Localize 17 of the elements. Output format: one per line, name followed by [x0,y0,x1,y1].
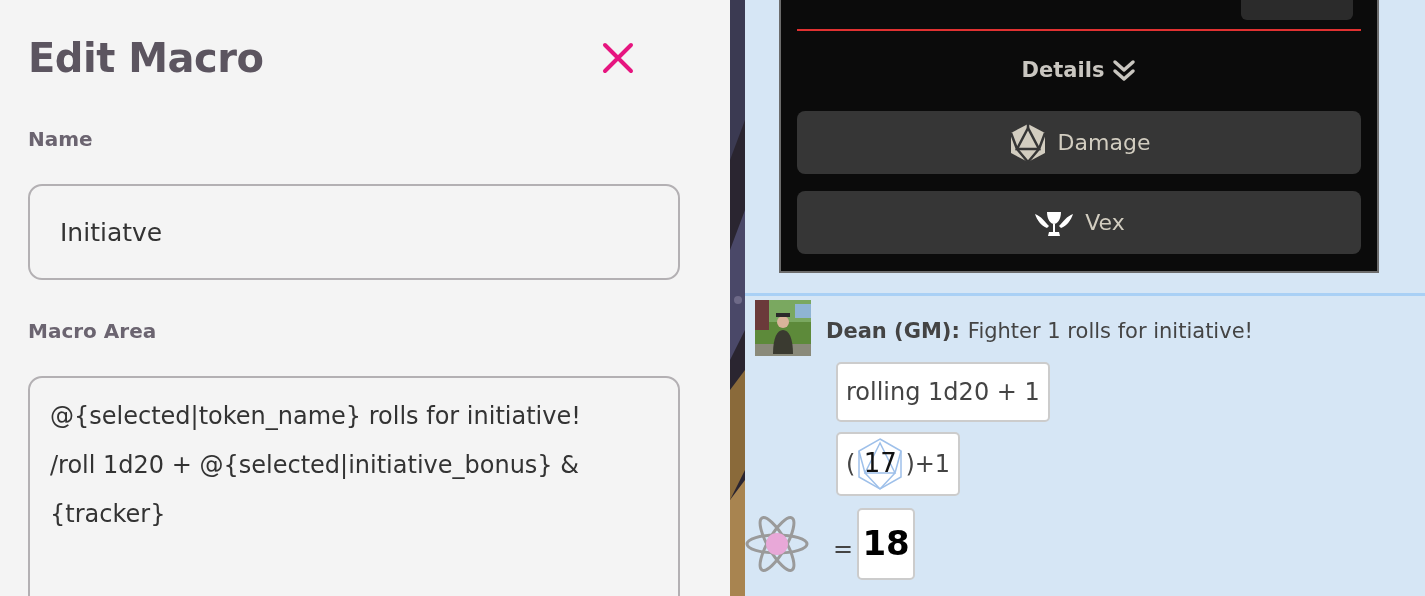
roll-total: 18 [857,507,916,580]
message-text: Fighter 1 rolls for initiative! [967,318,1253,345]
macro-textarea[interactable]: @{selected|token_name} rolls for initiative! /roll 1d20 + @{selected|initiative_bonus} & {tracker} [28,376,680,596]
action-button[interactable]: Damage [797,111,1361,174]
dialog-title: Edit Macro [28,34,264,82]
equals-sign: = [833,533,854,565]
details-toggle[interactable]: Details [1021,55,1105,87]
roll-modifier: )+1 [905,448,951,480]
action-button[interactable]: Vex [797,191,1361,254]
paren-text: ( [846,448,856,480]
close-icon[interactable] [602,42,634,74]
sender-name: Dean (GM): [826,318,960,345]
field-label: Name [28,126,94,153]
text-input[interactable]: Initiatve [28,184,680,280]
roll-formula: rolling 1d20 + 1 [836,361,1050,422]
chevron-down-icon[interactable] [1112,59,1137,83]
field-label: Macro Area [28,318,158,345]
